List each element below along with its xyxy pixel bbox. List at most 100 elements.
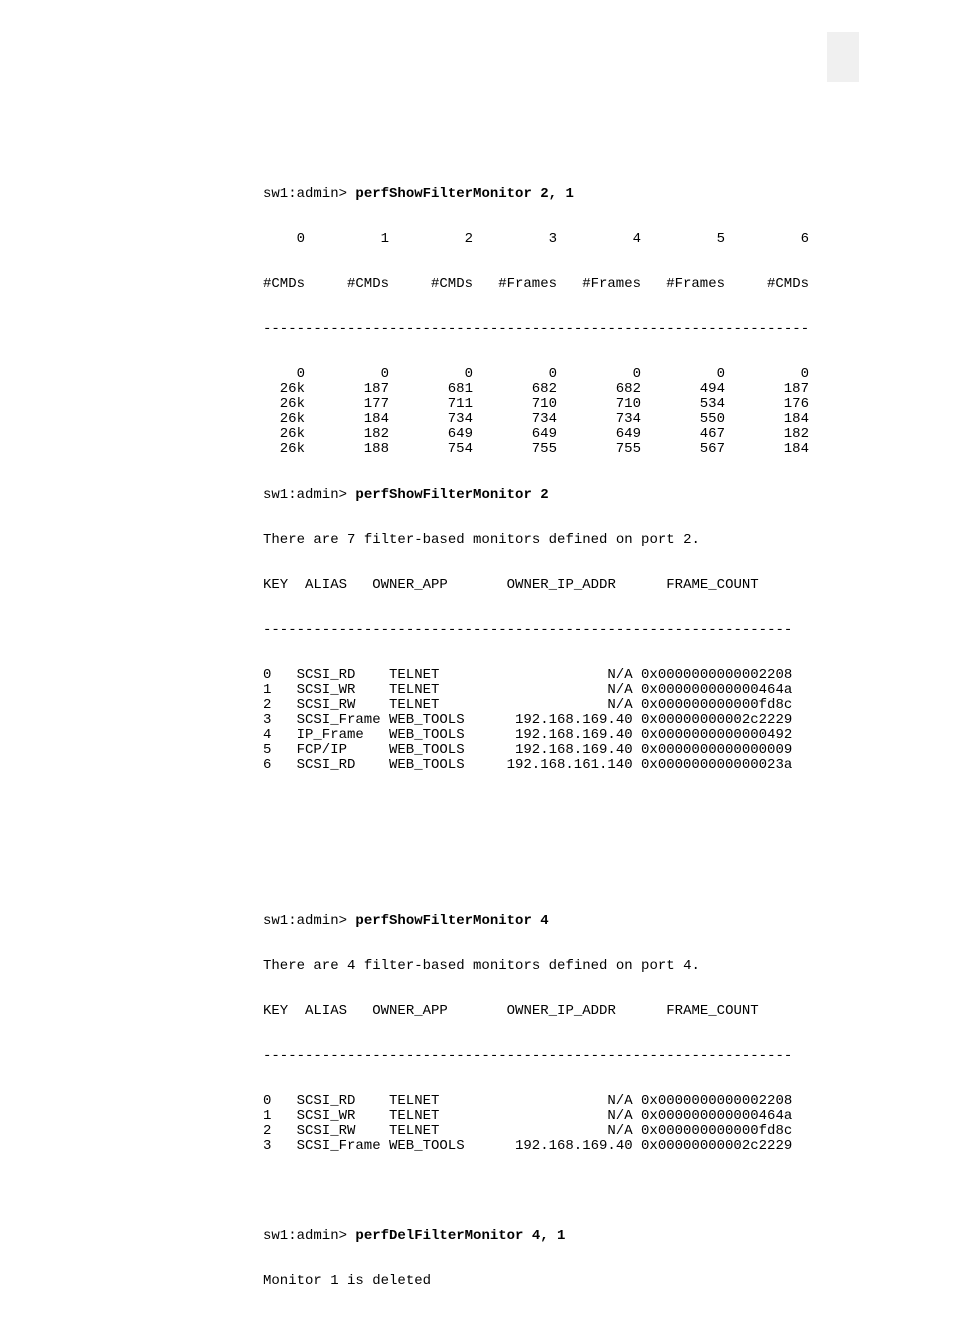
- table-cell: 710: [557, 397, 641, 412]
- document-page: sw1:admin> perfShowFilterMonitor 2, 1 0 …: [0, 0, 954, 1235]
- table-row: 3SCSI_FrameWEB_TOOLS192.168.169.400x0000…: [263, 713, 838, 728]
- table-cell: 187: [305, 382, 389, 397]
- table-cell: 182: [725, 427, 809, 442]
- table-cell: 26k: [263, 382, 305, 397]
- table-cell: 755: [557, 442, 641, 457]
- table-cell: 754: [389, 442, 473, 457]
- table-cell: 682: [557, 382, 641, 397]
- col-index: 2: [389, 232, 473, 247]
- table-cell: 0x00000000002c2229: [633, 713, 793, 728]
- table-cell: 0: [473, 367, 557, 382]
- table-row: 26k187681682682494187: [263, 382, 838, 397]
- table-body: 000000026k18768168268249418726k177711710…: [263, 367, 838, 457]
- col-label: #CMDs: [389, 277, 473, 292]
- table-cell: N/A: [473, 683, 633, 698]
- table-row: 0SCSI_RDTELNETN/A0x0000000000002208: [263, 668, 838, 683]
- command-text: perfDelFilterMonitor 4, 1: [355, 1228, 565, 1244]
- table-cell: WEB_TOOLS: [389, 758, 473, 773]
- table-cell: 177: [305, 397, 389, 412]
- table-row: 5FCP/IPWEB_TOOLS192.168.169.400x00000000…: [263, 743, 838, 758]
- command-line: sw1:admin> perfShowFilterMonitor 2: [263, 488, 838, 503]
- table-body: 0SCSI_RDTELNETN/A0x00000000000022081SCSI…: [263, 668, 838, 773]
- table-cell: N/A: [473, 1124, 633, 1139]
- table-cell: 192.168.169.40: [473, 713, 633, 728]
- table-cell: 1: [263, 683, 280, 698]
- table-header-row: 0 1 2 3 4 5 6: [263, 232, 838, 247]
- table-header-row: #CMDs #CMDs #CMDs #Frames #Frames #Frame…: [263, 277, 838, 292]
- table-cell: 192.168.169.40: [473, 728, 633, 743]
- table-cell: SCSI_WR: [280, 683, 389, 698]
- table-cell: 0x00000000002c2229: [633, 1139, 793, 1154]
- table-cell: 0x0000000000000009: [633, 743, 793, 758]
- command-line: sw1:admin> perfShowFilterMonitor 2, 1: [263, 187, 838, 202]
- table-cell: 192.168.169.40: [473, 1139, 633, 1154]
- table-cell: 4: [263, 728, 280, 743]
- table-cell: 649: [389, 427, 473, 442]
- table-row: 3SCSI_FrameWEB_TOOLS192.168.169.400x0000…: [263, 1139, 838, 1154]
- col-index: 4: [557, 232, 641, 247]
- table-cell: 0: [389, 367, 473, 382]
- table-cell: 1: [263, 1109, 280, 1124]
- table-cell: 710: [473, 397, 557, 412]
- table-header: KEY ALIAS OWNER_APP OWNER_IP_ADDR FRAME_…: [263, 578, 838, 593]
- table-cell: N/A: [473, 668, 633, 683]
- table-cell: SCSI_RD: [280, 1094, 389, 1109]
- blank-line: [263, 1184, 838, 1199]
- table-cell: SCSI_RW: [280, 698, 389, 713]
- table-cell: 734: [389, 412, 473, 427]
- table-cell: WEB_TOOLS: [389, 1139, 473, 1154]
- table-cell: 192.168.169.40: [473, 743, 633, 758]
- table-cell: SCSI_Frame: [280, 1139, 389, 1154]
- table-cell: N/A: [473, 698, 633, 713]
- table-row: 26k177711710710534176: [263, 397, 838, 412]
- table-cell: WEB_TOOLS: [389, 713, 473, 728]
- col-index: 6: [725, 232, 809, 247]
- table-cell: TELNET: [389, 683, 473, 698]
- col-label: #CMDs: [725, 277, 809, 292]
- table-cell: 0x000000000000fd8c: [633, 698, 793, 713]
- table-cell: 5: [263, 743, 280, 758]
- table-cell: WEB_TOOLS: [389, 728, 473, 743]
- table-cell: N/A: [473, 1094, 633, 1109]
- table-row: 2SCSI_RWTELNETN/A0x000000000000fd8c: [263, 1124, 838, 1139]
- table-cell: 0: [305, 367, 389, 382]
- table-row: 4IP_FrameWEB_TOOLS192.168.169.400x000000…: [263, 728, 838, 743]
- prompt: sw1:admin>: [263, 913, 355, 929]
- table-cell: 681: [389, 382, 473, 397]
- table-row: 1SCSI_WRTELNETN/A0x000000000000464a: [263, 683, 838, 698]
- table-cell: 187: [725, 382, 809, 397]
- table-cell: TELNET: [389, 698, 473, 713]
- table-cell: 0x000000000000464a: [633, 683, 793, 698]
- table-cell: 192.168.161.140: [473, 758, 633, 773]
- table-cell: 0x0000000000002208: [633, 668, 793, 683]
- command-line: sw1:admin> perfDelFilterMonitor 4, 1: [263, 1229, 838, 1244]
- intro-text: There are 4 filter-based monitors define…: [263, 959, 838, 974]
- table-row: 0SCSI_RDTELNETN/A0x0000000000002208: [263, 1094, 838, 1109]
- table-cell: SCSI_WR: [280, 1109, 389, 1124]
- table-cell: 176: [725, 397, 809, 412]
- table-cell: SCSI_RD: [280, 758, 389, 773]
- table-cell: 3: [263, 1139, 280, 1154]
- intro-text: There are 7 filter-based monitors define…: [263, 533, 838, 548]
- table-row: 26k184734734734550184: [263, 412, 838, 427]
- table-cell: 734: [473, 412, 557, 427]
- table-cell: SCSI_Frame: [280, 713, 389, 728]
- table-row: 6SCSI_RDWEB_TOOLS192.168.161.1400x000000…: [263, 758, 838, 773]
- table-cell: 184: [725, 442, 809, 457]
- table-row: 26k188754755755567184: [263, 442, 838, 457]
- prompt: sw1:admin>: [263, 1228, 355, 1244]
- table-cell: TELNET: [389, 668, 473, 683]
- table-cell: 26k: [263, 442, 305, 457]
- table-row: 0000000: [263, 367, 838, 382]
- table-cell: 734: [557, 412, 641, 427]
- col-index: 1: [305, 232, 389, 247]
- divider: ----------------------------------------…: [263, 322, 838, 337]
- table-cell: SCSI_RW: [280, 1124, 389, 1139]
- col-label: #Frames: [557, 277, 641, 292]
- table-cell: 182: [305, 427, 389, 442]
- table-cell: FCP/IP: [280, 743, 389, 758]
- table-cell: 188: [305, 442, 389, 457]
- table-cell: 184: [725, 412, 809, 427]
- prompt: sw1:admin>: [263, 487, 355, 503]
- table-cell: 26k: [263, 412, 305, 427]
